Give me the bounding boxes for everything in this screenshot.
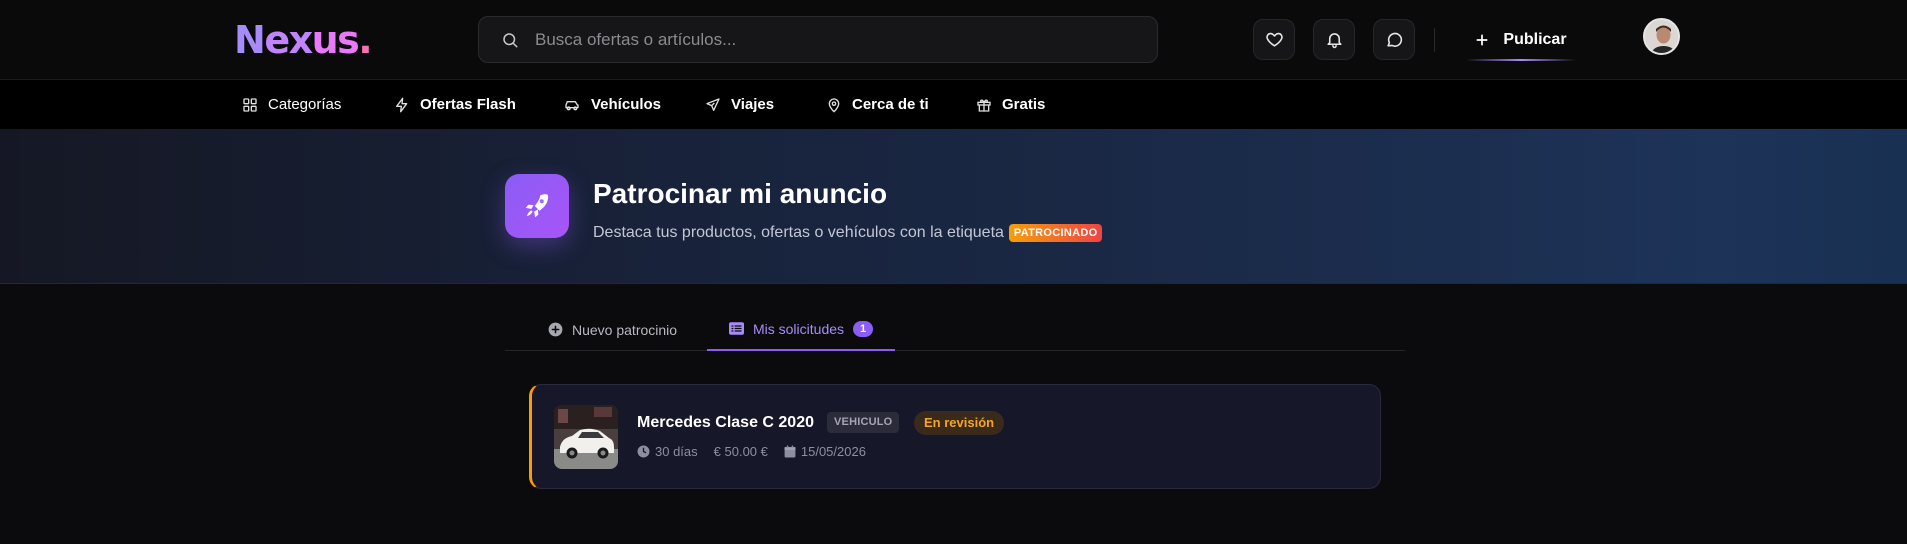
price-value: € 50.00 € [713,444,768,459]
request-meta: 30 días € 50.00 € 15/05/2026 [637,444,866,459]
nav-item-vehiculos[interactable]: Vehículos [563,80,661,129]
plane-icon [706,97,720,111]
logo-letters-ex: ex [264,18,313,62]
user-avatar[interactable] [1643,18,1680,55]
favorites-button[interactable] [1253,19,1295,60]
nav-label: Gratis [1002,96,1046,113]
car-icon [565,100,579,110]
search-bar[interactable] [478,16,1158,63]
nav-label: Ofertas Flash [420,96,516,113]
publish-label: Publicar [1503,31,1567,48]
map-pin-icon [828,97,840,113]
page-title: Patrocinar mi anuncio [593,178,888,209]
sponsored-badge: PATROCINADO [1008,224,1103,242]
bell-icon [1326,33,1342,49]
status-badge: En revisión [914,411,1005,435]
subtitle-text: Destaca tus productos, ofertas o vehícul… [593,224,1004,241]
nav-item-viajes[interactable]: Viajes [705,80,774,129]
tab-nuevo-patrocinio[interactable]: Nuevo patrocinio [548,308,677,351]
meta-duration: 30 días [637,444,698,459]
plus-circle-icon [548,322,563,337]
date-value: 15/05/2026 [800,444,866,459]
nav-item-ofertas-flash[interactable]: Ofertas Flash [394,80,516,129]
category-nav: Categorías Ofertas Flash Vehículos Viaje… [0,80,1907,129]
logo[interactable]: Nexus. [234,18,373,62]
chat-bubble-icon [1386,32,1402,47]
nav-label: Viajes [731,96,775,113]
nav-label: Cerca de ti [852,96,929,113]
top-header: Nexus. Publicar [0,0,1907,80]
nav-item-cerca-de-ti[interactable]: Cerca de ti [826,80,929,129]
notifications-button[interactable] [1313,19,1355,60]
meta-date: 15/05/2026 [784,444,866,459]
nav-label: Categorías [268,96,342,113]
listing-type-badge: VEHICULO [827,412,900,433]
nav-item-gratis[interactable]: Gratis [976,80,1045,129]
tab-label: Nuevo patrocinio [572,321,678,338]
lightning-icon [396,97,408,112]
listing-thumbnail [554,405,618,469]
list-icon [728,322,744,335]
messages-button[interactable] [1373,19,1415,60]
tab-count-badge: 1 [853,320,874,337]
logo-letters-us: us [311,18,360,62]
nav-item-categorias[interactable]: Categorías [242,80,341,129]
nav-label: Vehículos [591,96,662,113]
plus-icon [1476,34,1488,46]
duration-value: 30 días [655,444,698,459]
tab-label: Mis solicitudes [752,320,845,337]
header-divider [1434,28,1435,52]
sponsor-hero: Patrocinar mi anuncio Destaca tus produc… [0,129,1907,284]
heart-icon [1265,32,1283,47]
avatar-image [1645,20,1678,53]
logo-dot: . [358,18,372,62]
calendar-icon [784,445,796,458]
publish-button[interactable]: Publicar [1456,18,1586,62]
tab-bar: Nuevo patrocinio Mis solicitudes 1 [505,308,1405,351]
logo-letter-n: N [234,18,266,62]
page-subtitle: Destaca tus productos, ofertas o vehícul… [593,222,1103,244]
tab-mis-solicitudes[interactable]: Mis solicitudes 1 [707,308,895,351]
request-card[interactable]: Mercedes Clase C 2020 VEHICULO En revisi… [529,384,1381,489]
gift-icon [977,98,991,112]
search-icon [503,33,518,48]
listing-title: Mercedes Clase C 2020 [637,414,814,431]
search-input[interactable] [535,17,1135,62]
clock-icon [637,445,650,458]
rocket-icon [525,194,549,218]
publish-underline-glow [1466,59,1576,61]
meta-price: € 50.00 € [714,444,768,459]
grid-icon [243,97,257,112]
hero-icon-tile [505,174,569,238]
